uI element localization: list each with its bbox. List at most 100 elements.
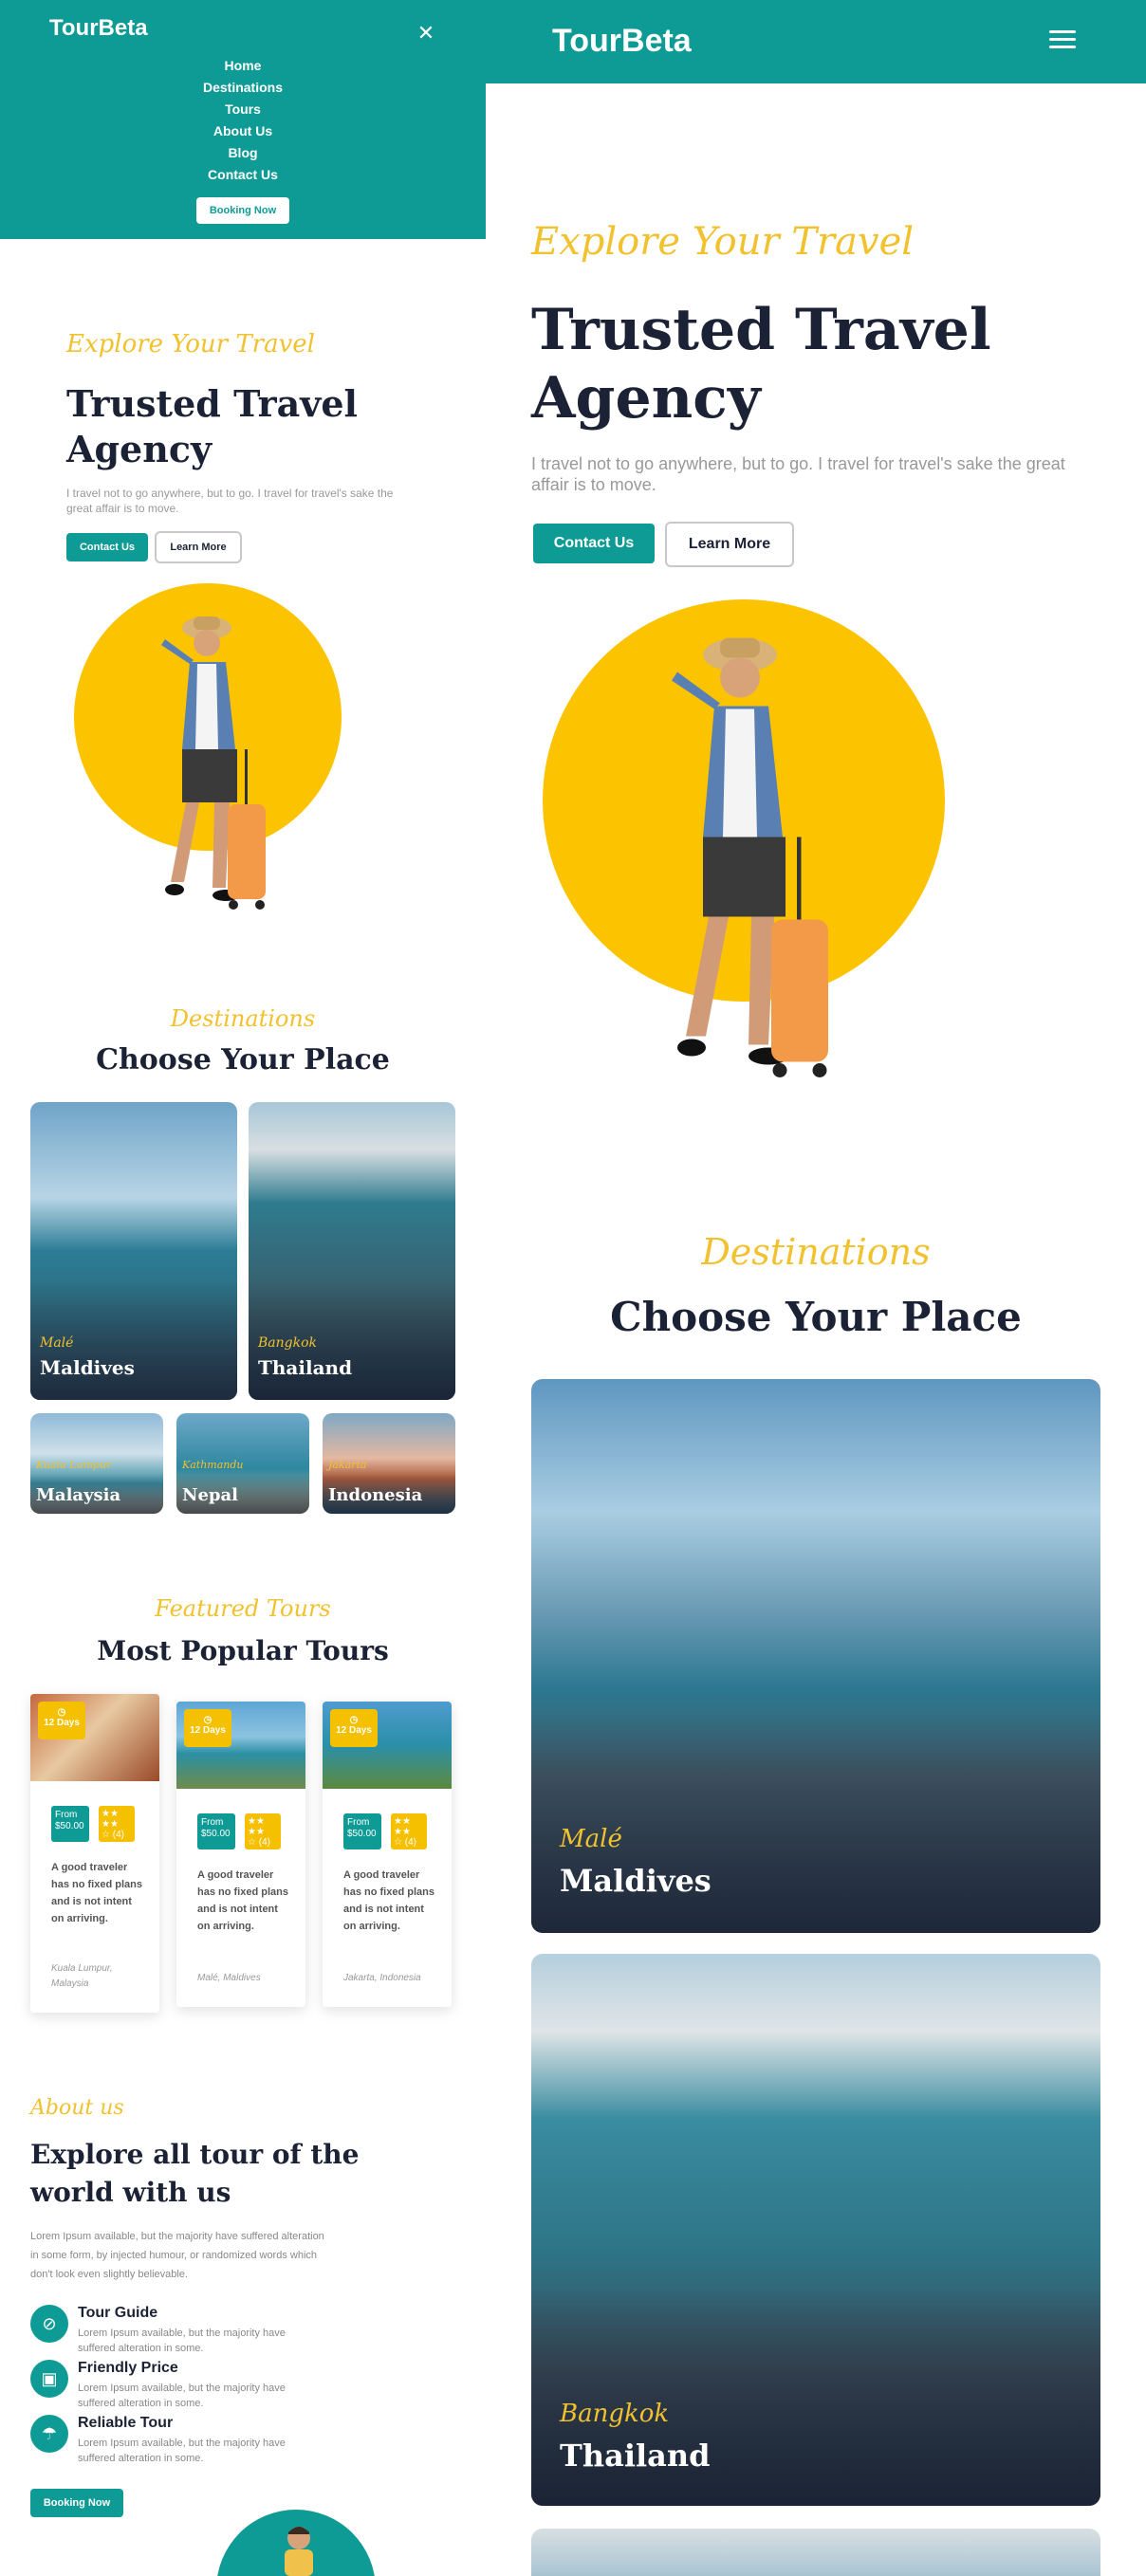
- mobile-view: TourBeta ✕ Home Destinations Tours About…: [0, 0, 486, 2576]
- brand-logo[interactable]: TourBeta: [552, 23, 692, 60]
- destination-card-thailand[interactable]: Bangkok Thailand: [531, 1954, 1100, 2506]
- hero-title-line2: Agency: [66, 428, 213, 470]
- about-text: Lorem Ipsum available, but the majority …: [30, 2231, 324, 2280]
- tour-price-badge: From $50.00: [197, 1813, 235, 1849]
- destinations-title: Choose Your Place: [610, 1294, 1022, 1340]
- feature-title: Reliable Tour: [78, 2415, 174, 2431]
- star-icon: ★★: [394, 1816, 411, 1827]
- destinations-script-heading: Destinations: [170, 1005, 316, 1032]
- hero-title-line1: Trusted Travel: [531, 297, 991, 363]
- hero-title: Trusted Travel Agency: [66, 381, 358, 472]
- nav-item-about[interactable]: About Us: [0, 120, 486, 142]
- tours-title: Most Popular Tours: [97, 1635, 389, 1666]
- tour-location: Malé, Maldives: [197, 1973, 261, 1983]
- umbrella-icon: ☂: [30, 2415, 68, 2453]
- about-booking-button[interactable]: Booking Now: [30, 2489, 123, 2517]
- clock-icon: ◷: [349, 1715, 359, 1725]
- traveler-portrait: [285, 2527, 313, 2576]
- price-from: From: [201, 1817, 224, 1828]
- nav-item-contact[interactable]: Contact Us: [0, 164, 486, 186]
- close-icon[interactable]: ✕: [416, 23, 436, 44]
- star-icon: ★★: [394, 1827, 411, 1837]
- destination-card-maldives[interactable]: Malé Maldives: [30, 1102, 237, 1400]
- mobile-menu-panel: TourBeta ✕ Home Destinations Tours About…: [0, 0, 486, 239]
- tour-rating-badge: ★★ ★★ ☆ (4): [245, 1813, 281, 1849]
- contact-us-button[interactable]: Contact Us: [66, 533, 148, 561]
- hero-title-line1: Trusted Travel: [66, 382, 358, 425]
- destination-country: Indonesia: [328, 1485, 423, 1505]
- star-icon: ☆: [394, 1837, 402, 1848]
- mobile-brand-logo[interactable]: TourBeta: [49, 15, 148, 42]
- feature-title: Tour Guide: [78, 2305, 158, 2321]
- tour-description: A good traveler has no fixed plans and i…: [51, 1862, 142, 1924]
- tour-location: Kuala Lumpur, Malaysia: [51, 1963, 113, 1989]
- destination-city: Bangkok: [258, 1335, 318, 1351]
- about-script-heading: About us: [30, 2096, 124, 2120]
- price-from: From: [347, 1817, 370, 1828]
- feature-text: Lorem Ipsum available, but the majority …: [78, 2328, 286, 2354]
- destination-country: Maldives: [40, 1356, 135, 1379]
- hero-text: I travel not to go anywhere, but to go. …: [531, 454, 1065, 494]
- destination-card-maldives[interactable]: Malé Maldives: [531, 1379, 1100, 1933]
- compass-icon: ⊘: [30, 2305, 68, 2343]
- nav-item-tours[interactable]: Tours: [0, 99, 486, 120]
- destination-country: Malaysia: [36, 1485, 121, 1505]
- traveler-image: [161, 616, 266, 910]
- destination-card-thailand[interactable]: Bangkok Thailand: [249, 1102, 455, 1400]
- destination-city: Kuala Lumpur: [36, 1459, 112, 1471]
- site-header: TourBeta: [486, 0, 1146, 83]
- clock-icon: ◷: [203, 1715, 213, 1725]
- destination-card-indonesia[interactable]: Jakarta Indonesia: [323, 1413, 455, 1514]
- nav-item-blog[interactable]: Blog: [0, 142, 486, 164]
- destination-card-malaysia[interactable]: [531, 2529, 1100, 2576]
- hero-title-line2: Agency: [531, 365, 761, 432]
- feature-reliable-tour: ☂ Reliable Tour Lorem Ipsum available, b…: [30, 2415, 315, 2464]
- destination-country: Thailand: [560, 2438, 711, 2474]
- about-title-line2: world with us: [30, 2177, 231, 2208]
- about-title: Explore all tour of the world with us: [30, 2136, 359, 2212]
- tour-card-image: ◷ 12 Days: [176, 1702, 305, 1789]
- feature-text: Lorem Ipsum available, but the majority …: [78, 2383, 286, 2409]
- star-icon: ☆: [248, 1837, 256, 1848]
- rating-count: (4): [404, 1837, 416, 1848]
- learn-more-button[interactable]: Learn More: [665, 522, 794, 567]
- destination-country: Nepal: [182, 1485, 238, 1505]
- tour-card[interactable]: ◷ 12 Days From $50.00 ★★ ★★ ☆ (4) A good tra…: [323, 1702, 452, 2007]
- mobile-nav-list: Home Destinations Tours About Us Blog Co…: [0, 55, 486, 186]
- hamburger-menu-icon[interactable]: [1049, 30, 1076, 53]
- feature-friendly-price: ▣ Friendly Price Lorem Ipsum available, …: [30, 2360, 315, 2409]
- tour-days: 12 Days: [190, 1725, 226, 1736]
- hero-title: Trusted Travel Agency: [531, 296, 991, 432]
- destination-city: Malé: [560, 1825, 622, 1853]
- feature-title: Friendly Price: [78, 2360, 178, 2376]
- nav-item-destinations[interactable]: Destinations: [0, 77, 486, 99]
- contact-us-button[interactable]: Contact Us: [533, 524, 655, 563]
- star-icon: ☆: [102, 1830, 110, 1840]
- tour-price-badge: From $50.00: [343, 1813, 381, 1849]
- destinations-title: Choose Your Place: [96, 1043, 390, 1076]
- hero-script-heading: Explore Your Travel: [531, 220, 915, 264]
- rating-count: (4): [112, 1830, 124, 1840]
- tour-days: 12 Days: [44, 1718, 80, 1728]
- destination-card-malaysia[interactable]: Kuala Lumpur Malaysia: [30, 1413, 163, 1514]
- feature-tour-guide: ⊘ Tour Guide Lorem Ipsum available, but …: [30, 2305, 315, 2354]
- tour-card[interactable]: ◷ 12 Days From $50.00 ★★ ★★ ☆ (4) A good tra…: [30, 1694, 159, 2013]
- price-value: $50.00: [55, 1821, 84, 1831]
- star-icon: ★★: [248, 1827, 265, 1837]
- tour-price-badge: From $50.00: [51, 1806, 89, 1842]
- tours-script-heading: Featured Tours: [155, 1595, 331, 1622]
- hero-script-heading: Explore Your Travel: [66, 330, 315, 359]
- destination-card-nepal[interactable]: Kathmandu Nepal: [176, 1413, 309, 1514]
- destination-city: Bangkok: [560, 2400, 670, 2428]
- tour-rating-badge: ★★ ★★ ☆ (4): [391, 1813, 427, 1849]
- nav-item-home[interactable]: Home: [0, 55, 486, 77]
- feature-text: Lorem Ipsum available, but the majority …: [78, 2438, 286, 2464]
- booking-now-button[interactable]: Booking Now: [196, 197, 289, 224]
- destination-city: Kathmandu: [182, 1459, 244, 1471]
- learn-more-button[interactable]: Learn More: [155, 531, 242, 563]
- tour-card-image: ◷ 12 Days: [30, 1694, 159, 1781]
- tour-card-image: ◷ 12 Days: [323, 1702, 452, 1789]
- destination-city: Jakarta: [328, 1459, 367, 1471]
- tour-card[interactable]: ◷ 12 Days From $50.00 ★★ ★★ ☆ (4) A good tra…: [176, 1702, 305, 2007]
- tablet-view: TourBeta Explore Your Travel Trusted Tra…: [486, 0, 1146, 2576]
